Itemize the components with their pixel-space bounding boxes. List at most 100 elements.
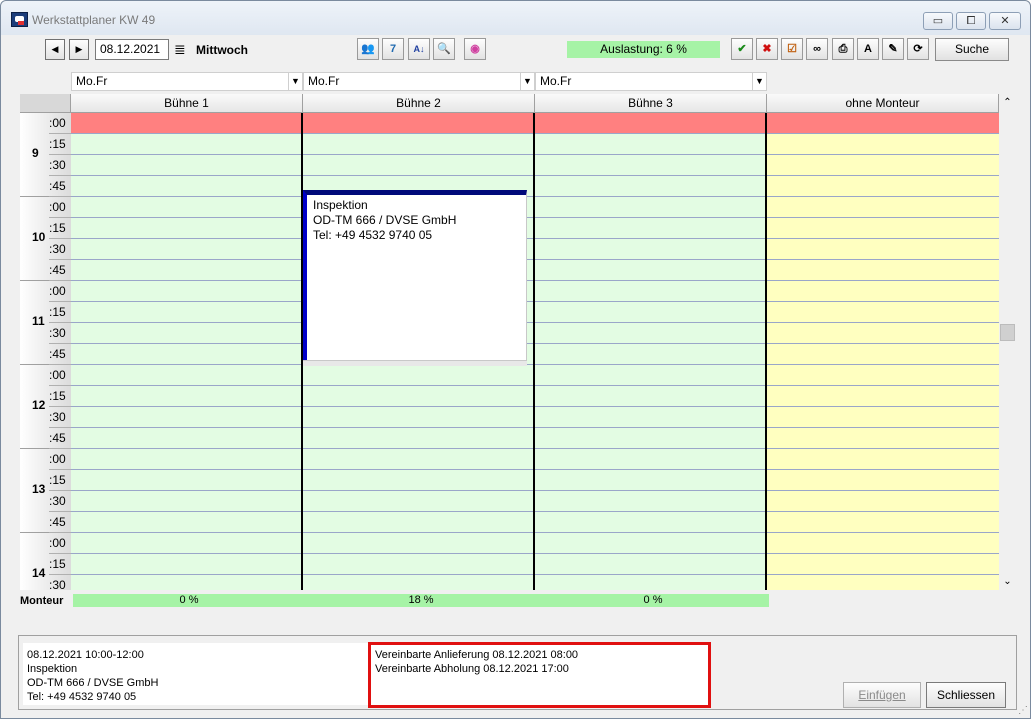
time-slot[interactable] — [767, 197, 999, 218]
scroll-thumb[interactable] — [1000, 324, 1015, 341]
time-slot[interactable] — [767, 302, 999, 323]
column-header-buehne2[interactable]: Bühne 2 — [303, 94, 535, 113]
time-slot[interactable] — [303, 365, 535, 386]
time-slot[interactable] — [767, 218, 999, 239]
time-slot[interactable] — [535, 491, 767, 512]
time-slot[interactable] — [71, 365, 303, 386]
time-slot[interactable] — [535, 470, 767, 491]
maximize-button[interactable]: ⧠ — [956, 12, 986, 30]
time-slot[interactable] — [303, 134, 535, 155]
time-slot[interactable] — [535, 302, 767, 323]
filter-select-buehne1[interactable]: Mo.Fr ▼ — [71, 72, 303, 91]
time-slot[interactable] — [767, 512, 999, 533]
day-column-ohne-monteur[interactable] — [767, 113, 999, 590]
time-slot[interactable] — [535, 428, 767, 449]
appointment-card[interactable]: Inspektion OD-TM 666 / DVSE GmbH Tel: +4… — [303, 190, 527, 366]
time-slot[interactable] — [535, 113, 767, 134]
time-slot[interactable] — [767, 365, 999, 386]
menu-icon[interactable]: ≣ — [174, 42, 186, 56]
time-slot[interactable] — [767, 470, 999, 491]
resize-grip-icon[interactable]: ⋰ — [1018, 705, 1028, 716]
time-slot[interactable] — [767, 575, 999, 590]
delete-icon[interactable]: ✖ — [756, 38, 778, 60]
time-slot[interactable] — [535, 533, 767, 554]
chevron-down-icon[interactable]: ▼ — [288, 73, 302, 90]
time-slot[interactable] — [535, 155, 767, 176]
time-slot[interactable] — [535, 365, 767, 386]
date-input[interactable]: 08.12.2021 — [95, 39, 169, 60]
checklist-icon[interactable]: ☑ — [781, 38, 803, 60]
time-slot[interactable] — [71, 533, 303, 554]
time-slot[interactable] — [535, 260, 767, 281]
time-slot[interactable] — [71, 176, 303, 197]
vertical-scrollbar[interactable]: ⌃ ⌄ — [999, 94, 1016, 590]
time-slot[interactable] — [535, 176, 767, 197]
chevron-down-icon[interactable]: ▼ — [520, 73, 534, 90]
pen-icon[interactable]: ✎ — [882, 38, 904, 60]
time-slot[interactable] — [767, 533, 999, 554]
time-slot[interactable] — [71, 428, 303, 449]
scroll-down-icon[interactable]: ⌄ — [999, 573, 1016, 590]
time-slot[interactable] — [303, 386, 535, 407]
time-slot[interactable] — [71, 407, 303, 428]
time-slot[interactable] — [71, 155, 303, 176]
time-slot[interactable] — [71, 386, 303, 407]
time-slot[interactable] — [71, 491, 303, 512]
time-slot[interactable] — [535, 344, 767, 365]
time-slot[interactable] — [535, 218, 767, 239]
time-slot[interactable] — [303, 512, 535, 533]
time-slot[interactable] — [535, 575, 767, 590]
minimize-button[interactable]: ▭ — [923, 12, 953, 30]
filter-select-buehne3[interactable]: Mo.Fr ▼ — [535, 72, 767, 91]
time-slot[interactable] — [71, 260, 303, 281]
time-slot[interactable] — [535, 134, 767, 155]
time-slot[interactable] — [767, 491, 999, 512]
time-slot[interactable] — [535, 407, 767, 428]
time-slot[interactable] — [303, 407, 535, 428]
time-slot[interactable] — [71, 239, 303, 260]
time-slot[interactable] — [767, 134, 999, 155]
time-slot[interactable] — [535, 554, 767, 575]
column-header-ohne-monteur[interactable]: ohne Monteur — [767, 94, 999, 113]
time-slot[interactable] — [71, 197, 303, 218]
time-slot[interactable] — [767, 407, 999, 428]
calendar-icon[interactable]: 7 — [382, 38, 404, 60]
time-slot[interactable] — [767, 260, 999, 281]
binoculars-icon[interactable]: ∞ — [806, 38, 828, 60]
people-icon[interactable]: 👥 — [357, 38, 379, 60]
time-slot[interactable] — [71, 449, 303, 470]
time-slot[interactable] — [767, 323, 999, 344]
time-slot[interactable] — [767, 554, 999, 575]
time-slot[interactable] — [767, 176, 999, 197]
time-slot[interactable] — [71, 113, 303, 134]
day-column-buehne1[interactable] — [71, 113, 303, 590]
time-slot[interactable] — [303, 533, 535, 554]
next-day-button[interactable]: ▶ — [69, 39, 89, 60]
day-column-buehne3[interactable] — [535, 113, 767, 590]
time-slot[interactable] — [303, 449, 535, 470]
time-slot[interactable] — [767, 449, 999, 470]
time-slot[interactable] — [767, 344, 999, 365]
filter-select-buehne2[interactable]: Mo.Fr ▼ — [303, 72, 535, 91]
search-button[interactable]: Suche — [935, 38, 1009, 61]
time-slot[interactable] — [303, 470, 535, 491]
time-slot[interactable] — [71, 554, 303, 575]
close-window-button[interactable]: ✕ — [989, 12, 1021, 30]
time-slot[interactable] — [535, 449, 767, 470]
time-slot[interactable] — [767, 281, 999, 302]
insert-button[interactable]: Einfügen — [843, 682, 921, 708]
chevron-down-icon[interactable]: ▼ — [752, 73, 766, 90]
time-slot[interactable] — [535, 323, 767, 344]
time-slot[interactable] — [535, 281, 767, 302]
time-slot[interactable] — [71, 470, 303, 491]
column-header-buehne3[interactable]: Bühne 3 — [535, 94, 767, 113]
time-slot[interactable] — [71, 575, 303, 590]
time-slot[interactable] — [767, 239, 999, 260]
time-slot[interactable] — [303, 113, 535, 134]
time-slot[interactable] — [535, 239, 767, 260]
text-icon[interactable]: A — [857, 38, 879, 60]
scroll-up-icon[interactable]: ⌃ — [999, 94, 1016, 111]
column-header-buehne1[interactable]: Bühne 1 — [71, 94, 303, 113]
time-slot[interactable] — [71, 344, 303, 365]
time-slot[interactable] — [303, 428, 535, 449]
